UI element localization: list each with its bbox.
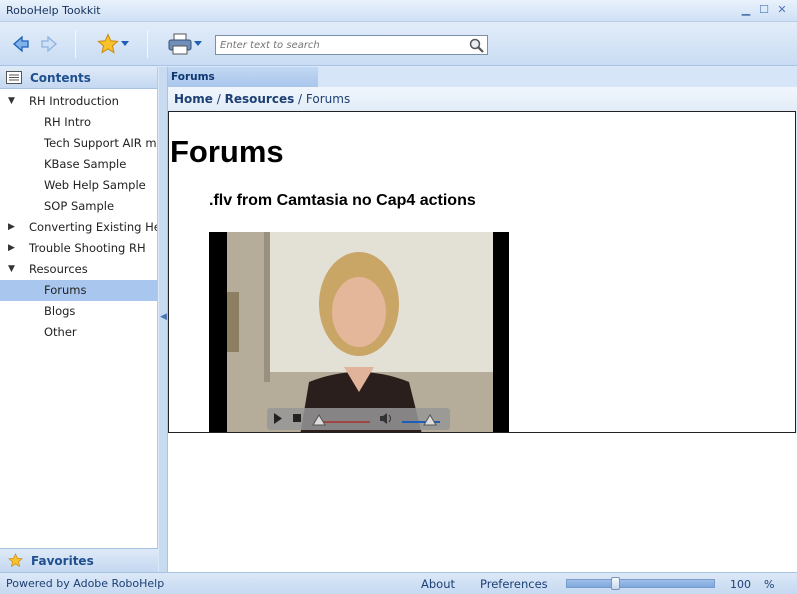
toc-item-label: Converting Existing He	[29, 220, 157, 234]
toc-item-blogs[interactable]: Blogs	[0, 301, 157, 322]
contents-book-icon	[6, 71, 22, 84]
toc-item-rh-intro[interactable]: RH Intro	[0, 112, 157, 133]
printer-icon	[168, 33, 192, 55]
search-button[interactable]	[469, 38, 484, 56]
zoom-slider[interactable]	[566, 577, 715, 590]
toc-item-other[interactable]: Other	[0, 322, 157, 343]
about-link[interactable]: About	[421, 577, 455, 591]
toc-item-tech-support[interactable]: Tech Support AIR m	[0, 133, 157, 154]
toc-item-label: RH Introduction	[29, 94, 119, 108]
toc-item-label: Web Help Sample	[44, 178, 146, 192]
topic-content: Forums .flv from Camtasia no Cap4 action…	[168, 111, 796, 433]
video-controls	[267, 408, 450, 430]
pane-splitter[interactable]: ◀	[159, 67, 168, 572]
seek-bar-icon	[312, 414, 370, 426]
toc-item-label: Other	[44, 325, 77, 339]
toc-item-resources[interactable]: ▼ Resources	[0, 259, 157, 280]
page-title: Forums	[170, 134, 284, 169]
stop-icon	[293, 414, 301, 422]
collapse-left-icon[interactable]: ◀	[160, 312, 167, 322]
star-icon	[97, 33, 119, 54]
toc-item-rh-introduction[interactable]: ▼ RH Introduction	[0, 91, 157, 112]
toc-item-label: Resources	[29, 262, 88, 276]
back-arrow-icon	[13, 35, 29, 53]
sidebar: Contents ▼ RH Introduction RH Intro Tech…	[0, 67, 158, 572]
forward-button[interactable]	[38, 33, 60, 55]
breadcrumb-separator: /	[212, 92, 225, 106]
play-button[interactable]	[273, 413, 283, 424]
toc-tree: ▼ RH Introduction RH Intro Tech Support …	[0, 89, 157, 343]
breadcrumb-separator: /	[294, 92, 306, 106]
favorites-menu-button[interactable]	[95, 33, 131, 55]
toc-item-trouble-shooting[interactable]: ▶ Trouble Shooting RH	[0, 238, 157, 259]
zoom-value: 100	[730, 578, 751, 591]
search-field[interactable]	[215, 35, 488, 55]
chevron-down-icon	[194, 41, 202, 46]
toc-item-label: RH Intro	[44, 115, 91, 129]
toc-item-forums[interactable]: Forums	[0, 280, 157, 301]
zoom-unit: %	[764, 578, 775, 591]
toolbar	[0, 22, 797, 66]
collapsed-arrow-icon[interactable]: ▶	[8, 217, 18, 238]
contents-label: Contents	[30, 70, 91, 85]
volume-bar-icon	[402, 414, 440, 426]
breadcrumb-home[interactable]: Home	[174, 92, 213, 106]
breadcrumb-resources[interactable]: Resources	[225, 92, 295, 106]
minimize-icon[interactable]: ▁	[739, 3, 753, 17]
window-title: RoboHelp Tookkit	[6, 4, 101, 17]
toc-item-label: Forums	[44, 283, 87, 297]
tab-bar: Forums	[168, 67, 797, 87]
star-icon	[8, 553, 23, 568]
toc-item-label: Trouble Shooting RH	[29, 241, 146, 255]
video-title: .flv from Camtasia no Cap4 actions	[209, 192, 476, 209]
chevron-down-icon	[121, 41, 129, 46]
search-input[interactable]	[216, 36, 461, 54]
magnifier-icon	[469, 38, 484, 53]
print-button[interactable]	[166, 33, 204, 55]
maximize-icon[interactable]: ☐	[757, 3, 771, 17]
volume-slider[interactable]	[400, 412, 442, 426]
toc-item-label: SOP Sample	[44, 199, 115, 213]
toc-item-label: Tech Support AIR m	[44, 136, 157, 150]
favorites-label: Favorites	[31, 553, 94, 568]
toolbar-separator	[147, 30, 148, 58]
zoom-slider-thumb[interactable]	[611, 577, 620, 590]
status-bar: Powered by Adobe RoboHelp About Preferen…	[0, 572, 797, 594]
contents-header[interactable]: Contents	[0, 67, 157, 89]
toc-item-converting-existing[interactable]: ▶ Converting Existing He	[0, 217, 157, 238]
toc-item-label: Blogs	[44, 304, 76, 318]
toc-item-kbase-sample[interactable]: KBase Sample	[0, 154, 157, 175]
forward-arrow-icon	[41, 35, 57, 53]
toolbar-separator	[75, 30, 76, 58]
mute-button[interactable]	[379, 412, 393, 425]
preferences-link[interactable]: Preferences	[480, 577, 548, 591]
expanded-arrow-icon[interactable]: ▼	[8, 259, 18, 280]
toc-item-sop-sample[interactable]: SOP Sample	[0, 196, 157, 217]
expanded-arrow-icon[interactable]: ▼	[8, 91, 18, 112]
speaker-icon	[380, 413, 391, 424]
title-bar: RoboHelp Tookkit ▁ ☐ ✕	[0, 0, 797, 22]
close-icon[interactable]: ✕	[775, 3, 789, 17]
back-button[interactable]	[10, 33, 32, 55]
content-blank-area	[168, 433, 797, 572]
breadcrumb: Home / Resources / Forums	[168, 87, 797, 111]
toc-item-label: KBase Sample	[44, 157, 127, 171]
video-frame-image	[209, 232, 509, 432]
stop-button[interactable]	[293, 414, 301, 422]
powered-by-text: Powered by Adobe RoboHelp	[6, 577, 165, 590]
video-player[interactable]	[209, 232, 509, 432]
seek-slider[interactable]	[312, 412, 372, 426]
favorites-header[interactable]: Favorites	[0, 548, 158, 572]
toc-item-web-help-sample[interactable]: Web Help Sample	[0, 175, 157, 196]
play-icon	[274, 413, 282, 424]
collapsed-arrow-icon[interactable]: ▶	[8, 238, 18, 259]
breadcrumb-current: Forums	[305, 92, 351, 106]
tab-forums[interactable]: Forums	[168, 67, 318, 87]
